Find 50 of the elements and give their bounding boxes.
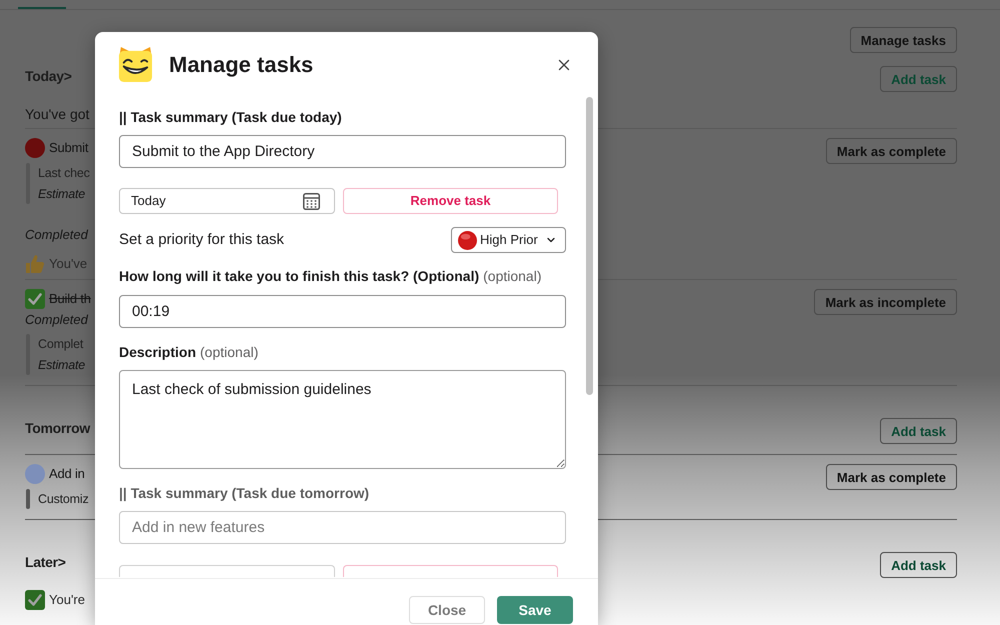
task-description: Last chec [38, 165, 90, 182]
outlined-button[interactable] [343, 565, 558, 577]
priority-label: Set a priority for this task [119, 230, 284, 250]
section-heading: Later> [25, 553, 66, 572]
remove-task-button[interactable]: Remove task [343, 188, 558, 214]
optional-hint: (optional) [483, 267, 542, 286]
modal-title: Manage tasks [169, 51, 314, 79]
field-label: Description [119, 343, 196, 362]
calendar-icon [303, 192, 320, 210]
task-title: Submit [49, 139, 88, 157]
grinning-face-icon [118, 47, 153, 82]
task-description: Complet [38, 336, 84, 353]
field-label: How long will it take you to finish this task? (Optional) [119, 267, 480, 286]
section-text: You've got [25, 105, 90, 124]
optional-hint: (optional) [200, 343, 258, 362]
add-task-button[interactable]: Add task [880, 552, 957, 578]
task-note: Completed [25, 311, 88, 329]
active-tab-indicator [18, 7, 66, 9]
task-title: Add in [49, 465, 85, 483]
description-textarea[interactable]: Last check of submission guidelines [119, 370, 566, 469]
task-title: Build th [49, 290, 91, 308]
check-mark-icon [25, 289, 45, 309]
section-heading: Today> [25, 67, 72, 86]
field-label: || Task summary (Task due today) [119, 108, 342, 127]
scrollbar-thumb[interactable] [586, 97, 593, 395]
priority-select[interactable]: High Prior [451, 227, 566, 253]
task-estimate: Estimate [38, 357, 86, 374]
section-note: Completed [25, 226, 88, 244]
thumbs-up-icon [25, 254, 45, 274]
section-heading: Tomorrow [25, 419, 90, 438]
task-estimate: Estimate [38, 186, 86, 203]
section-text: You're [49, 591, 85, 609]
quote-bar [26, 489, 30, 509]
text-input[interactable]: Add in new features [119, 511, 566, 544]
mark-task-button[interactable]: Mark as complete [826, 464, 957, 490]
text-input[interactable]: Submit to the App Directory [119, 135, 566, 168]
section-text: You've [49, 255, 88, 273]
mark-task-button[interactable]: Mark as complete [826, 138, 957, 164]
check-mark-icon [25, 590, 45, 610]
save-button[interactable]: Save [497, 596, 573, 624]
date-picker[interactable]: Today [119, 188, 335, 214]
date-field[interactable] [119, 565, 335, 577]
task-description: Customiz [38, 491, 88, 508]
close-dialog-button[interactable]: Close [409, 596, 485, 624]
field-label: || Task summary (Task due tomorrow) [119, 484, 370, 503]
add-task-button[interactable]: Add task [880, 418, 957, 444]
duration-input[interactable]: 00:19 [119, 295, 566, 328]
mark-task-button[interactable]: Mark as incomplete [814, 289, 957, 315]
manage-tasks-button[interactable]: Manage tasks [850, 27, 957, 53]
circle-icon [458, 230, 477, 250]
